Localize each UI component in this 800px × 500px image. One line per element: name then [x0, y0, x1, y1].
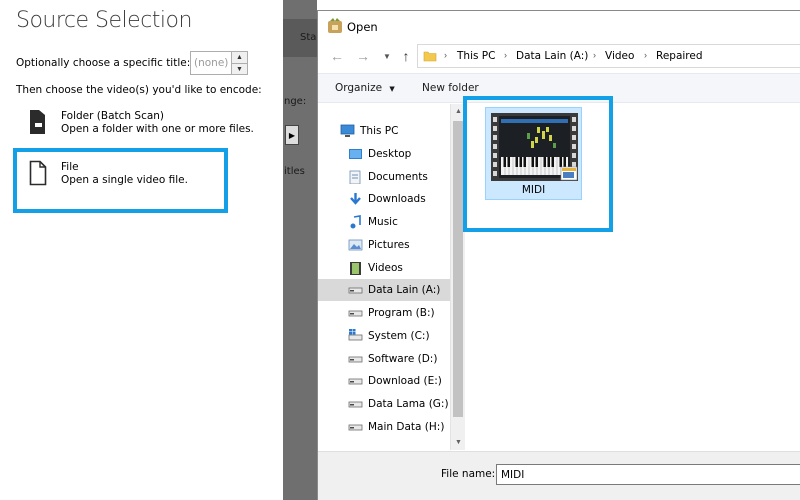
- breadcrumb-separator-icon[interactable]: ›: [593, 50, 596, 60]
- back-arrow-icon[interactable]: ←: [328, 46, 346, 66]
- nav-item-software-d[interactable]: Software (D:): [318, 348, 450, 370]
- title-select[interactable]: (none) ▲ ▼: [190, 51, 248, 75]
- nav-item-label: This PC: [360, 125, 399, 137]
- scroll-down-icon[interactable]: ▼: [451, 435, 466, 450]
- drive-icon: [348, 310, 363, 317]
- background-text-fragment: nge:: [284, 96, 307, 107]
- breadcrumb-separator-icon[interactable]: ›: [444, 50, 447, 60]
- panel-title: Source Selection: [16, 8, 192, 33]
- nav-item-label: Desktop: [368, 147, 412, 160]
- nav-item-label: Documents: [368, 170, 428, 183]
- title-select-value: (none): [194, 57, 229, 69]
- background-play-icon: ▶: [285, 125, 299, 145]
- nav-item-label: Software (D:): [368, 352, 438, 365]
- computer-icon: [340, 124, 355, 137]
- nav-item-label: Data Lain (A:): [368, 284, 441, 297]
- nav-item-videos[interactable]: Videos: [318, 257, 450, 279]
- file-option-highlight: [13, 148, 228, 213]
- breadcrumb-separator-icon[interactable]: ›: [644, 50, 647, 60]
- app-icon: [328, 18, 342, 33]
- breadcrumb-separator-icon[interactable]: ›: [504, 50, 507, 60]
- background-text-fragment: Sta: [300, 32, 317, 43]
- address-bar[interactable]: › This PC › Data Lain (A:) › Video › Rep…: [417, 44, 800, 68]
- drive-icon: [348, 356, 363, 362]
- source-selection-panel: Source Selection Optionally choose a spe…: [0, 0, 283, 500]
- folder-option-title: Folder (Batch Scan): [61, 110, 165, 122]
- choose-prompt-label: Then choose the video(s) you'd like to e…: [16, 84, 262, 96]
- nav-item-data-lain-a[interactable]: Data Lain (A:): [318, 279, 450, 302]
- organize-label: Organize: [335, 82, 383, 94]
- breadcrumb-video[interactable]: Video: [605, 50, 634, 62]
- nav-item-label: Data Lama (G:): [368, 398, 449, 410]
- nav-item-download-e[interactable]: Download (E:): [318, 370, 450, 392]
- nav-item-label: Download (E:): [368, 375, 442, 388]
- up-arrow-icon[interactable]: ↑: [397, 46, 415, 66]
- background-app-overlay: Sta nge: ▶ itles: [283, 0, 317, 500]
- forward-arrow-icon[interactable]: →: [354, 46, 372, 66]
- drive-icon: [348, 424, 363, 431]
- nav-item-label: Main Data (H:): [368, 420, 445, 433]
- nav-item-system-c[interactable]: System (C:): [318, 325, 450, 347]
- desktop-icon: [349, 148, 362, 159]
- new-folder-button[interactable]: New folder: [422, 82, 479, 94]
- open-file-dialog: Open ← → ▼ ↑ › This PC › Data Lain (A:) …: [317, 10, 800, 500]
- nav-item-label: Pictures: [368, 238, 410, 251]
- nav-item-main-data-h[interactable]: Main Data (H:): [318, 416, 450, 438]
- background-text-fragment: itles: [284, 166, 305, 177]
- title-spinner[interactable]: ▲ ▼: [231, 52, 247, 74]
- navigation-pane: This PC Desktop Documents Downloads Music Pic…: [318, 104, 450, 450]
- pictures-icon: [348, 239, 363, 251]
- spin-down-icon[interactable]: ▼: [232, 63, 247, 74]
- nav-item-label: Downloads: [368, 193, 426, 206]
- nav-item-downloads[interactable]: Downloads: [318, 188, 450, 210]
- nav-item-label: Program (B:): [368, 307, 435, 319]
- drive-icon: [348, 287, 363, 294]
- documents-icon: [349, 170, 361, 184]
- nav-item-label: System (C:): [368, 329, 430, 342]
- scrollbar-thumb[interactable]: [453, 121, 463, 417]
- nav-item-label: Videos: [368, 261, 403, 274]
- nav-item-data-lama-g[interactable]: Data Lama (G:): [318, 393, 450, 415]
- dialog-bottom-area: File name:: [318, 451, 800, 500]
- nav-item-this-pc[interactable]: This PC: [318, 120, 450, 142]
- nav-item-music[interactable]: Music: [318, 211, 450, 233]
- nav-item-pictures[interactable]: Pictures: [318, 234, 450, 256]
- dialog-titlebar: Open: [318, 11, 800, 41]
- videos-icon: [350, 261, 361, 275]
- breadcrumb-repaired[interactable]: Repaired: [656, 50, 703, 62]
- nav-item-desktop[interactable]: Desktop: [318, 143, 450, 165]
- spin-up-icon[interactable]: ▲: [232, 52, 247, 63]
- music-icon: [350, 215, 361, 229]
- file-name-input[interactable]: [496, 464, 800, 485]
- file-item-highlight: [463, 96, 613, 232]
- downloads-icon: [350, 193, 361, 206]
- folder-scan-icon: [30, 110, 45, 134]
- nav-item-documents[interactable]: Documents: [318, 166, 450, 188]
- drive-icon: [348, 378, 363, 385]
- chevron-down-icon: ▼: [389, 85, 395, 93]
- recent-locations-chevron-icon[interactable]: ▼: [378, 46, 396, 66]
- drive-icon: [348, 401, 363, 408]
- dialog-title: Open: [347, 20, 378, 34]
- nav-item-program-b[interactable]: Program (B:): [318, 302, 450, 324]
- organize-button[interactable]: Organize ▼: [335, 82, 395, 94]
- nav-item-label: Music: [368, 216, 398, 228]
- file-name-label: File name:: [441, 468, 496, 480]
- navigation-bar: ← → ▼ ↑ › This PC › Data Lain (A:) › Vid…: [318, 41, 800, 71]
- folder-icon: [423, 51, 437, 62]
- breadcrumb-this-pc[interactable]: This PC: [457, 50, 495, 62]
- system-drive-icon: [348, 328, 363, 341]
- title-prompt-label: Optionally choose a specific title:: [16, 57, 191, 69]
- folder-batch-scan-option[interactable]: Folder (Batch Scan) Open a folder with o…: [17, 104, 267, 148]
- folder-option-description: Open a folder with one or more files.: [61, 123, 254, 135]
- breadcrumb-data-lain[interactable]: Data Lain (A:): [516, 50, 588, 62]
